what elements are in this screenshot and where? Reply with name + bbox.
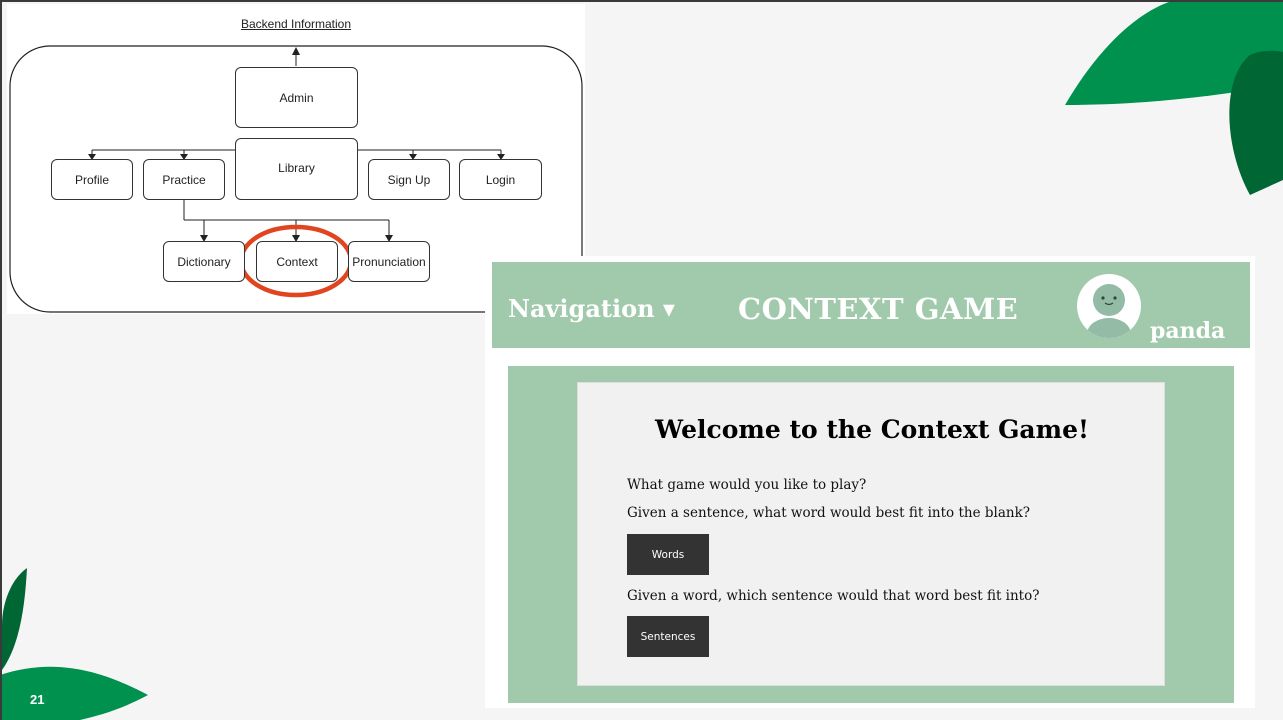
words-button[interactable]: Words — [627, 534, 709, 575]
app-body: Welcome to the Context Game! What game w… — [508, 366, 1234, 703]
slide-page-number: 21 — [30, 692, 45, 707]
words-game-description: Given a sentence, what word would best f… — [627, 505, 1030, 521]
sentences-button[interactable]: Sentences — [627, 616, 709, 657]
node-profile: Profile — [51, 159, 133, 200]
sentences-game-description: Given a word, which sentence would that … — [627, 588, 1040, 604]
leaf-decoration-bottom-left — [0, 568, 148, 720]
node-pronunciation: Pronunciation — [348, 241, 430, 282]
node-practice: Practice — [143, 159, 225, 200]
context-game-screenshot: Navigation ▾ CONTEXT GAME panda Welcome … — [485, 256, 1255, 708]
node-context: Context — [256, 241, 338, 282]
diagram-title: Backend Information — [240, 17, 352, 31]
node-signup: Sign Up — [368, 159, 450, 200]
node-login: Login — [459, 159, 542, 200]
username[interactable]: panda — [1150, 318, 1225, 344]
welcome-heading: Welcome to the Context Game! — [655, 415, 1089, 444]
question-text: What game would you like to play? — [627, 477, 867, 493]
user-avatar-icon[interactable] — [1077, 274, 1141, 338]
game-selection-card: Welcome to the Context Game! What game w… — [577, 382, 1165, 686]
page-title: CONTEXT GAME — [738, 292, 1019, 326]
node-admin: Admin — [235, 67, 358, 128]
node-dictionary: Dictionary — [163, 241, 245, 282]
leaf-decoration-top-right — [1065, 0, 1283, 196]
node-library: Library — [235, 138, 358, 200]
app-header: Navigation ▾ CONTEXT GAME panda — [492, 262, 1250, 348]
navigation-dropdown[interactable]: Navigation ▾ — [508, 294, 675, 323]
